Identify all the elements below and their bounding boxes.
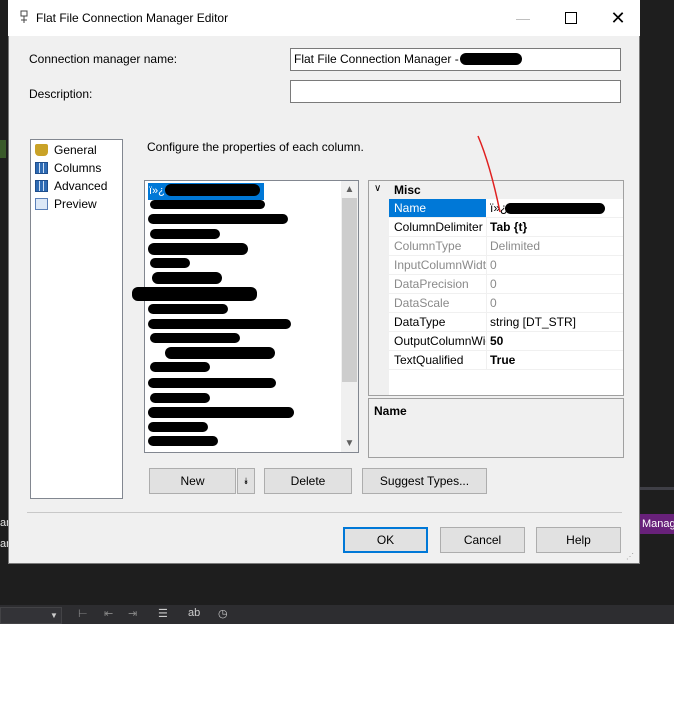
nav-item-label: Columns <box>54 160 102 175</box>
list-item-label: ï»¿ <box>149 185 165 197</box>
property-name: DataPrecision <box>394 277 469 291</box>
suggest-types-button[interactable]: Suggest Types... <box>362 468 487 494</box>
property-description-title: Name <box>374 404 407 418</box>
advanced-icon <box>35 179 48 192</box>
property-row-column-type[interactable]: ColumnType Delimited <box>389 237 623 256</box>
redaction-mark <box>148 304 228 314</box>
redaction-mark <box>150 229 220 239</box>
redaction-mark <box>152 272 222 284</box>
clock-icon[interactable]: ◷ <box>218 607 228 620</box>
scroll-up-icon[interactable]: ▲ <box>341 181 358 198</box>
redaction-mark <box>165 184 260 196</box>
property-value: 0 <box>490 277 497 291</box>
property-name: TextQualified <box>394 353 464 367</box>
redaction-mark <box>150 200 265 209</box>
redaction-mark <box>148 436 218 446</box>
property-row-column-delimiter[interactable]: ColumnDelimiter Tab {t} <box>389 218 623 237</box>
maximize-icon <box>565 12 577 24</box>
redaction-mark <box>148 243 248 255</box>
chevron-down-icon: ▼ <box>50 611 58 620</box>
delete-button[interactable]: Delete <box>264 468 352 494</box>
property-grid-gutter <box>369 181 389 395</box>
nav-item-general[interactable]: General <box>35 141 97 158</box>
redaction-mark <box>505 203 605 214</box>
property-row-output-column-width[interactable]: OutputColumnWidth 50 <box>389 332 623 351</box>
connection-name-value: Flat File Connection Manager - <box>294 52 459 66</box>
nav-item-label: Advanced <box>54 178 108 193</box>
redaction-mark <box>460 53 522 65</box>
indent-icon[interactable]: ⇤ <box>104 607 113 620</box>
property-value: Tab {t} <box>490 220 528 234</box>
connection-name-label: Connection manager name: <box>29 52 178 66</box>
property-name: ColumnType <box>394 239 462 253</box>
format-icon[interactable]: ⊢ <box>78 607 88 620</box>
property-row-data-scale[interactable]: DataScale 0 <box>389 294 623 313</box>
property-row-data-precision[interactable]: DataPrecision 0 <box>389 275 623 294</box>
new-button[interactable]: New <box>149 468 236 494</box>
outdent-icon[interactable]: ⇥ <box>128 607 137 620</box>
instruction-text: Configure the properties of each column. <box>147 140 364 154</box>
list-icon[interactable]: ☰ <box>158 607 168 620</box>
property-name: InputColumnWidth <box>394 258 486 272</box>
resize-grip-icon[interactable]: ⋰ <box>626 552 634 561</box>
nav-item-columns[interactable]: Columns <box>35 159 101 176</box>
redaction-mark <box>148 378 276 388</box>
redaction-mark <box>150 393 210 403</box>
close-button[interactable]: ✕ <box>603 6 633 30</box>
minimize-button[interactable]: — <box>508 6 538 30</box>
connection-icon <box>20 10 28 23</box>
property-value: string [DT_STR] <box>490 315 577 329</box>
nav-item-advanced[interactable]: Advanced <box>35 177 107 194</box>
property-row-input-column-width[interactable]: InputColumnWidth 0 <box>389 256 623 275</box>
dialog-title: Flat File Connection Manager Editor <box>36 11 229 25</box>
columns-icon <box>35 161 48 174</box>
help-button[interactable]: Help <box>536 527 621 553</box>
description-label: Description: <box>29 87 93 101</box>
property-name: DataType <box>394 315 446 329</box>
redaction-mark <box>132 287 257 301</box>
property-name: Name <box>394 201 427 215</box>
property-description-panel: Name <box>368 398 624 458</box>
property-value: 0 <box>490 258 497 272</box>
nav-item-preview[interactable]: Preview <box>35 195 97 212</box>
property-value: 50 <box>490 334 504 348</box>
property-value: True <box>490 353 516 367</box>
property-value: 0 <box>490 296 497 310</box>
collapse-icon[interactable]: ∨ <box>374 183 381 194</box>
annotation-arrow <box>477 135 501 213</box>
property-row-text-qualified[interactable]: TextQualified True <box>389 351 623 370</box>
category-label: Misc <box>394 183 421 197</box>
redaction-mark <box>148 214 288 224</box>
redaction-mark <box>150 258 190 268</box>
text-icon[interactable]: ab <box>188 607 200 619</box>
redaction-mark <box>150 333 240 343</box>
general-icon <box>35 143 48 156</box>
redaction-mark <box>148 319 291 329</box>
cancel-button[interactable]: Cancel <box>440 527 525 553</box>
redaction-mark <box>148 407 294 418</box>
new-dropdown-button[interactable]: ⯯ <box>237 468 255 494</box>
ide-toolbar <box>0 605 674 624</box>
property-row-data-type[interactable]: DataType string [DT_STR] <box>389 313 623 332</box>
scrollbar-thumb[interactable] <box>342 198 357 382</box>
ok-button[interactable]: OK <box>343 527 428 553</box>
redaction-mark <box>165 347 275 359</box>
connection-name-field[interactable]: Flat File Connection Manager - <box>290 48 621 71</box>
separator <box>27 512 622 513</box>
property-name: ColumnDelimiter <box>394 220 483 234</box>
property-name: OutputColumnWidth <box>394 334 486 348</box>
property-value: Delimited <box>490 239 541 253</box>
scroll-down-icon[interactable]: ▼ <box>341 435 358 452</box>
ide-tab[interactable]: Manag <box>640 514 674 534</box>
double-chevron-down-icon: ⯯ <box>243 476 249 486</box>
ide-side-marker <box>0 140 6 158</box>
property-name: DataScale <box>394 296 450 310</box>
preview-icon <box>35 197 48 210</box>
nav-item-label: General <box>54 142 97 157</box>
redaction-mark <box>150 362 210 372</box>
maximize-button[interactable] <box>556 6 586 30</box>
description-field[interactable] <box>290 80 621 103</box>
nav-item-label: Preview <box>54 196 97 211</box>
redaction-mark <box>148 422 208 432</box>
